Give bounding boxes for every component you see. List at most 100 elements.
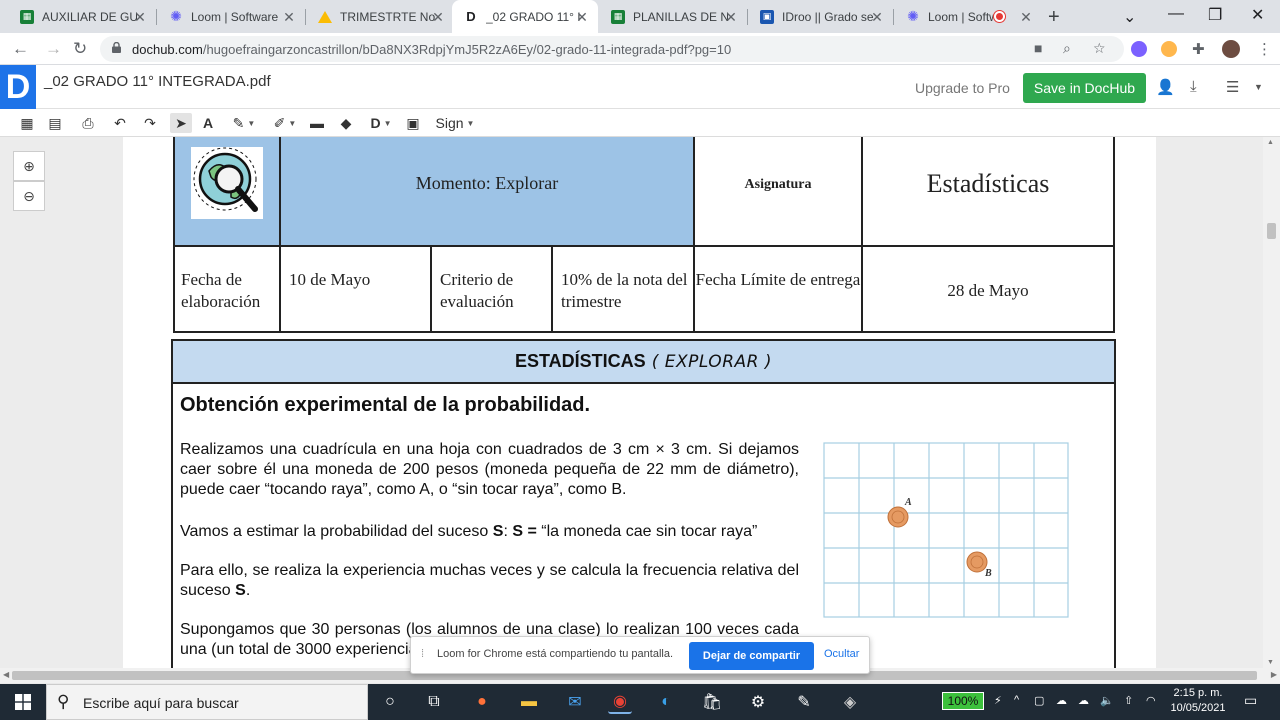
stamp-tool-icon[interactable]: D ▼ xyxy=(365,113,397,133)
extension-icon[interactable] xyxy=(1161,41,1177,57)
eraser-icon[interactable]: ◆ xyxy=(337,113,355,133)
scroll-left-icon[interactable]: ◀ xyxy=(3,670,9,679)
close-tab-icon[interactable]: ✕ xyxy=(281,9,297,25)
tab-loom-1[interactable]: ✺ Loom | Software ✕ xyxy=(157,0,306,33)
text-tool-icon[interactable]: A xyxy=(199,113,217,133)
taskbar-search-box[interactable]: ⚲ Escribe aquí para buscar xyxy=(46,684,368,720)
coin-a xyxy=(887,506,909,528)
camera-icon[interactable]: ■ xyxy=(1034,40,1042,56)
save-in-dochub-button[interactable]: Save in DocHub xyxy=(1023,73,1146,103)
firefox-icon[interactable]: ● xyxy=(470,690,494,714)
close-tab-icon[interactable]: ✕ xyxy=(869,9,885,25)
scroll-up-icon[interactable]: ▲ xyxy=(1267,139,1274,146)
hide-button[interactable]: Ocultar xyxy=(824,648,859,660)
url-text[interactable]: dochub.com/hugoefraingarzoncastrillon/bD… xyxy=(132,42,731,57)
pdf-page: Momento: Explorar Asignatura Estadística… xyxy=(123,137,1156,668)
tab-trimestre[interactable]: TRIMESTRTE No 2 ✕ xyxy=(306,0,454,33)
menu-icon[interactable]: ☰ xyxy=(1226,78,1239,96)
paragraph-2: Vamos a estimar la probabilidad del suce… xyxy=(180,523,758,540)
highlight-tool-icon[interactable]: ✐ ▼ xyxy=(268,113,302,133)
tab-auxiliar[interactable]: ▦ AUXILIAR DE GUÍ ✕ xyxy=(8,0,157,33)
vertical-scroll-thumb[interactable] xyxy=(1267,223,1276,239)
list-view-icon[interactable]: ▤ xyxy=(46,113,64,133)
scroll-right-icon[interactable]: ▶ xyxy=(1271,670,1277,679)
cortana-icon[interactable]: ○ xyxy=(378,690,402,714)
add-user-icon[interactable]: 👤 xyxy=(1156,78,1175,96)
mail-icon[interactable]: ✉ xyxy=(563,690,587,714)
zoom-in-icon[interactable]: ⊕ xyxy=(13,151,45,181)
editor-toolbar: ▦ ▤ ⎙ ↶ ↷ ➤ A ✎ ▼ ✐ ▼ ▬ ◆ D ▼ ▣ Sign ▼ xyxy=(0,109,1280,137)
forward-icon[interactable]: → xyxy=(45,39,62,59)
extensions-puzzle-icon[interactable]: ✚ xyxy=(1192,40,1205,58)
grid-view-icon[interactable]: ▦ xyxy=(18,113,36,133)
label-b: B xyxy=(984,568,992,579)
close-tab-icon[interactable]: ✕ xyxy=(132,9,148,25)
file-explorer-icon[interactable]: ▬ xyxy=(517,690,541,714)
tab-loom-2[interactable]: ✺ Loom | Softw ✕ xyxy=(894,0,1042,33)
upgrade-link[interactable]: Upgrade to Pro xyxy=(915,80,1010,96)
tab-idroo[interactable]: ▣ IDroo || Grado se ✕ xyxy=(748,0,894,33)
comment-icon[interactable]: ▬ xyxy=(308,113,326,133)
chrome-icon[interactable]: ◉ xyxy=(608,690,632,714)
reload-icon[interactable]: ↻ xyxy=(73,39,87,59)
undo-icon[interactable]: ↶ xyxy=(111,113,129,133)
document-name[interactable]: _02 GRADO 11° INTEGRADA.pdf xyxy=(44,73,271,90)
power-icon[interactable]: ⚡ xyxy=(994,694,1002,707)
close-tab-icon[interactable]: ✕ xyxy=(430,9,446,25)
video-editor-icon[interactable]: ✎ xyxy=(792,690,816,714)
minimize-icon[interactable]: — xyxy=(1168,5,1184,23)
store-icon[interactable]: 🛍 xyxy=(700,690,724,714)
notifications-icon[interactable]: ▭ xyxy=(1244,692,1257,709)
zoom-out-icon[interactable]: ⊖ xyxy=(13,181,45,211)
dochub-logo[interactable]: D xyxy=(0,65,36,109)
vertical-scrollbar[interactable]: ▲ ▼ xyxy=(1263,137,1280,668)
new-tab-icon[interactable]: + xyxy=(1048,6,1060,29)
redo-icon[interactable]: ↷ xyxy=(141,113,159,133)
more-menu-icon[interactable]: ⋮ xyxy=(1257,40,1272,58)
cloud-upload-icon[interactable]: ⇧ xyxy=(1124,694,1133,707)
dochub-header: D _02 GRADO 11° INTEGRADA.pdf Upgrade to… xyxy=(0,65,1280,109)
show-hidden-icons-icon[interactable]: ^ xyxy=(1014,694,1019,706)
wifi-icon[interactable]: ◠ xyxy=(1146,694,1156,707)
close-tab-icon[interactable]: ✕ xyxy=(574,9,590,25)
tab-dochub-active[interactable]: D _02 GRADO 11° IN ✕ xyxy=(452,0,598,33)
tab-search-icon[interactable]: ⌄ xyxy=(1123,7,1136,27)
fecha-elaboracion-label-cell: Fecha de elaboración xyxy=(173,245,281,333)
loom-extension-icon[interactable] xyxy=(1131,41,1147,57)
zoom-icon[interactable]: ⌕ xyxy=(1063,40,1071,57)
close-tab-icon[interactable]: ✕ xyxy=(1018,9,1034,25)
volume-icon[interactable]: 🔈 xyxy=(1100,694,1114,707)
close-tab-icon[interactable]: ✕ xyxy=(723,9,739,25)
stop-sharing-button[interactable]: Dejar de compartir xyxy=(689,642,814,670)
close-window-icon[interactable]: ✕ xyxy=(1251,5,1264,25)
restore-icon[interactable]: ❐ xyxy=(1208,5,1222,25)
avatar[interactable] xyxy=(1222,40,1240,58)
windows-start-icon[interactable] xyxy=(0,684,46,720)
tab-planillas[interactable]: ▦ PLANILLAS DE NO ✕ xyxy=(599,0,748,33)
image-tool-icon[interactable]: ▣ xyxy=(404,113,422,133)
onedrive-icon[interactable]: ☁ xyxy=(1056,694,1067,707)
app-icon-2[interactable]: ◈ xyxy=(838,690,862,714)
task-view-icon[interactable]: ⧉ xyxy=(422,690,446,714)
download-icon[interactable]: ⤓ xyxy=(1190,78,1197,95)
tab-strip: ▦ AUXILIAR DE GUÍ ✕ ✺ Loom | Software ✕ … xyxy=(0,0,1280,33)
tray-app-icon[interactable]: ▢ xyxy=(1034,694,1044,707)
idroo-icon: ▣ xyxy=(760,9,774,24)
app-icon[interactable]: ⚙ xyxy=(746,690,770,714)
omnibox[interactable]: dochub.com/hugoefraingarzoncastrillon/bD… xyxy=(100,36,1124,62)
chevron-down-icon[interactable]: ▼ xyxy=(1254,82,1263,92)
tray-app-icon-2[interactable]: ☁ xyxy=(1078,694,1089,707)
sign-menu[interactable]: Sign ▼ xyxy=(434,113,476,133)
battery-indicator[interactable]: 100% xyxy=(942,692,984,710)
bookmark-star-icon[interactable]: ☆ xyxy=(1093,40,1106,57)
print-icon[interactable]: ⎙ xyxy=(79,113,97,133)
system-clock[interactable]: 2:15 p. m. 10/05/2021 xyxy=(1160,686,1236,716)
paragraph-1: Realizamos una cuadrícula en una hoja co… xyxy=(180,441,799,498)
windows-taskbar: ⚲ Escribe aquí para buscar ○ ⧉ ● ▬ ✉ ◉ ◐… xyxy=(0,684,1280,720)
edge-icon[interactable]: ◐ xyxy=(654,690,678,714)
select-pointer-icon[interactable]: ➤ xyxy=(170,113,192,133)
scroll-down-icon[interactable]: ▼ xyxy=(1267,659,1274,666)
back-icon[interactable]: ← xyxy=(12,39,29,59)
draw-tool-icon[interactable]: ✎ ▼ xyxy=(227,113,261,133)
drag-handle-icon[interactable]: ⁞ xyxy=(421,648,424,660)
